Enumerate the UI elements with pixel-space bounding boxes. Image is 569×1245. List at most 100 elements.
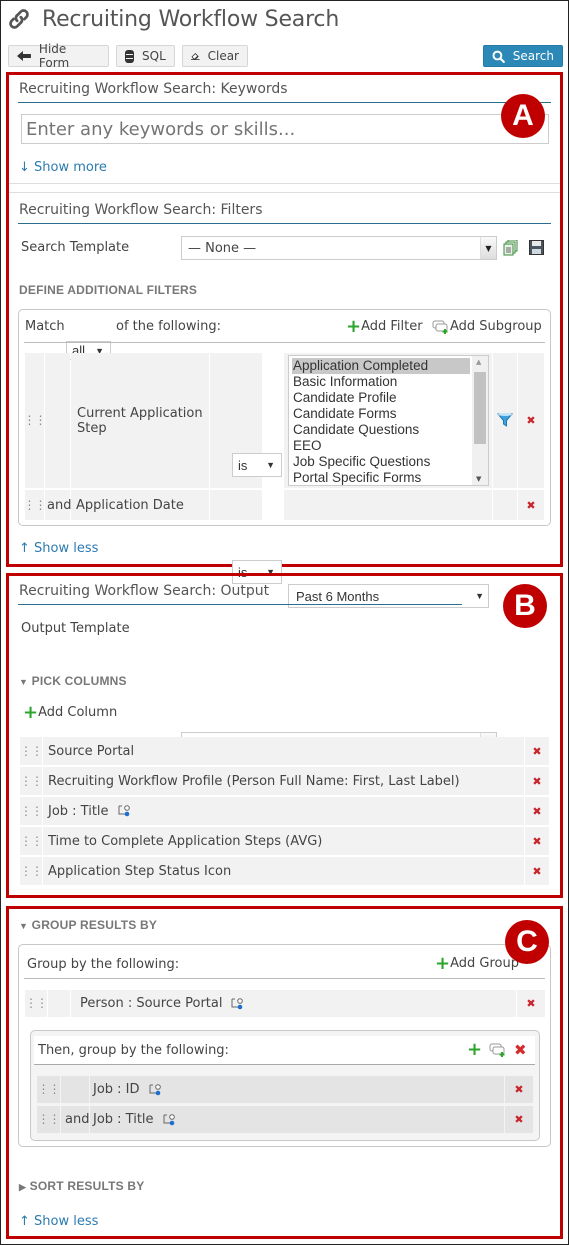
add-group-label: Add Group (450, 956, 519, 971)
page-header: Recruiting Workflow Search (8, 4, 339, 34)
dropdown-arrow-icon: ▼ (480, 237, 496, 259)
arrow-up-icon: ↑ (19, 541, 30, 556)
output-column-item: Source Portal (43, 737, 524, 765)
filter-field-label: Application Date (71, 490, 209, 520)
caret-down-icon: ▼ (19, 921, 29, 931)
toolbar: Hide Form SQL Clear Search (8, 42, 563, 70)
remove-filter-button[interactable]: ✖ (518, 490, 544, 520)
funnel-icon[interactable] (497, 412, 513, 428)
drag-handle[interactable]: ⋮⋮ (24, 353, 47, 488)
filter-operator-select[interactable]: is ▼ (232, 453, 282, 477)
listbox-option[interactable]: Candidate Forms (292, 406, 470, 422)
subgroup-field: Job : Title (90, 1106, 504, 1133)
search-template-value: — None — (188, 240, 257, 256)
filters-title-divider (18, 223, 551, 224)
arrow-left-icon (17, 51, 31, 61)
filter-operator-value: is (238, 457, 248, 473)
group-by-label: Group by the following: (27, 957, 180, 972)
show-less-label: Show less (34, 1214, 99, 1229)
group-results-heading[interactable]: ▼ GROUP RESULTS BY (19, 918, 157, 932)
keywords-input[interactable] (21, 114, 549, 144)
remove-column-button[interactable]: ✖ (525, 737, 549, 765)
scroll-up-icon[interactable]: ▲ (476, 358, 481, 366)
listbox-scrollbar[interactable]: ▲ ▼ (472, 356, 488, 485)
define-filters-heading: DEFINE ADDITIONAL FILTERS (19, 283, 198, 297)
badge-b: B (503, 584, 547, 628)
add-group-button[interactable]: + Add Group (435, 954, 519, 972)
listbox-option[interactable]: Candidate Questions (292, 422, 470, 438)
show-more-label: Show more (34, 160, 107, 175)
add-column-button[interactable]: + Add Column (23, 703, 117, 721)
relationship-tree-icon (231, 997, 244, 1009)
listbox-option[interactable]: Job Specific Questions (292, 454, 470, 470)
filter-operator-cell (210, 490, 262, 520)
subgroup-add-button[interactable]: + (467, 1041, 482, 1059)
remove-subgroup-row-button[interactable]: ✖ (505, 1106, 533, 1133)
scroll-down-icon[interactable]: ▼ (476, 475, 481, 483)
show-more-link[interactable]: ↓ Show more (19, 160, 107, 175)
subgroup-field-label: Job : Title (93, 1112, 154, 1127)
group-conjunction (48, 990, 70, 1017)
output-column-label: Source Portal (48, 743, 135, 759)
drag-handle[interactable]: ⋮⋮ (37, 1106, 61, 1133)
remove-subgroup-icon[interactable]: ✖ (514, 1041, 527, 1059)
remove-subgroup-row-button[interactable]: ✖ (505, 1076, 533, 1103)
subgroup-conjunction (61, 1076, 89, 1103)
plus-icon: + (346, 315, 362, 337)
add-subgroup-icon (432, 320, 448, 334)
database-icon (125, 49, 134, 63)
remove-column-button[interactable]: ✖ (525, 857, 549, 885)
hide-form-button[interactable]: Hide Form (8, 42, 109, 70)
filter-conjunction (45, 353, 70, 488)
badge-c: C (505, 920, 549, 964)
search-button[interactable]: Search (483, 45, 563, 67)
listbox-option[interactable]: EEO (292, 438, 470, 454)
application-step-listbox[interactable]: Application Completed Basic Information … (288, 355, 489, 486)
add-subgroup-button[interactable]: Add Subgroup (432, 319, 542, 334)
show-less-link[interactable]: ↑ Show less (19, 1214, 98, 1229)
clear-label: Clear (207, 49, 239, 63)
drag-handle[interactable]: ⋮⋮ (20, 767, 43, 795)
drag-handle[interactable]: ⋮⋮ (37, 1076, 61, 1103)
listbox-option[interactable]: Candidate Profile (292, 390, 470, 406)
show-less-label: Show less (34, 541, 99, 556)
remove-column-button[interactable]: ✖ (525, 797, 549, 825)
output-column-label: Time to Complete Application Steps (AVG) (48, 833, 323, 849)
page-title: Recruiting Workflow Search (42, 6, 340, 32)
remove-group-button[interactable]: ✖ (517, 990, 545, 1017)
save-template-icon[interactable] (529, 240, 544, 255)
arrow-down-icon: ↓ (19, 160, 30, 175)
show-less-link[interactable]: ↑ Show less (19, 541, 98, 556)
pick-columns-heading[interactable]: ▼ PICK COLUMNS (19, 674, 127, 688)
output-section-title: Recruiting Workflow Search: Output (19, 583, 270, 599)
drag-handle[interactable]: ⋮⋮ (20, 797, 43, 825)
output-template-label: Output Template (21, 621, 130, 636)
drag-handle[interactable]: ⋮⋮ (20, 857, 43, 885)
scrollbar-thumb[interactable] (474, 372, 486, 444)
add-filter-button[interactable]: + Add Filter (346, 315, 423, 337)
drag-handle[interactable]: ⋮⋮ (24, 490, 47, 520)
subgroup-field: Job : ID (90, 1076, 504, 1103)
remove-filter-button[interactable]: ✖ (518, 353, 544, 488)
match-prefix: Match (25, 319, 65, 334)
search-template-select[interactable]: — None — ▼ (181, 236, 497, 260)
relationship-tree-icon (163, 1113, 175, 1125)
hide-form-label: Hide Form (38, 42, 70, 70)
listbox-option[interactable]: Application Completed (292, 358, 470, 374)
sql-button[interactable]: SQL (116, 45, 175, 67)
remove-column-button[interactable]: ✖ (525, 827, 549, 855)
listbox-option[interactable]: Portal Specific Forms (292, 470, 470, 486)
section-divider (9, 192, 560, 193)
subgroup-add-subgroup-icon[interactable] (489, 1043, 507, 1057)
drag-handle[interactable]: ⋮⋮ (20, 827, 43, 855)
remove-column-button[interactable]: ✖ (525, 767, 549, 795)
pick-columns-label: PICK COLUMNS (31, 674, 127, 688)
drag-handle[interactable]: ⋮⋮ (25, 990, 48, 1017)
listbox-option[interactable]: Basic Information (292, 374, 470, 390)
group-field: Person : Source Portal (71, 990, 516, 1017)
sort-results-heading[interactable]: ▶ SORT RESULTS BY (19, 1179, 144, 1193)
clear-button[interactable]: Clear (182, 45, 248, 67)
group-results-label: GROUP RESULTS BY (31, 918, 158, 932)
copy-template-icon[interactable] (503, 240, 518, 256)
drag-handle[interactable]: ⋮⋮ (20, 737, 43, 765)
